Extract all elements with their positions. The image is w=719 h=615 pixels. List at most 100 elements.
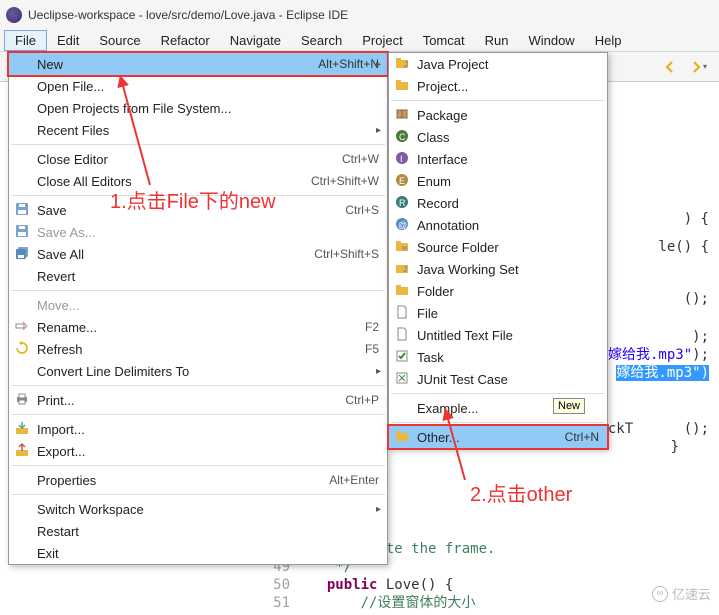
filemenu-item-open-projects-from-file-system[interactable]: Open Projects from File System... xyxy=(9,97,387,119)
submenu-item-annotation[interactable]: @Annotation xyxy=(389,214,607,236)
filemenu-separator xyxy=(11,290,385,291)
submenu-item-file[interactable]: File xyxy=(389,302,607,324)
refresh-icon xyxy=(15,341,31,357)
menu-project[interactable]: Project xyxy=(352,31,412,50)
watermark: ∞ 亿速云 xyxy=(652,584,711,603)
filemenu-item-switch-workspace[interactable]: Switch Workspace▸ xyxy=(9,498,387,520)
srcfolder-icon xyxy=(395,239,411,255)
menu-item-label: Rename... xyxy=(37,320,97,335)
menu-item-label: Properties xyxy=(37,473,96,488)
submenu-item-task[interactable]: Task xyxy=(389,346,607,368)
menu-help[interactable]: Help xyxy=(585,31,632,50)
svg-text:@: @ xyxy=(398,220,407,230)
menu-refactor[interactable]: Refactor xyxy=(151,31,220,50)
annotation-2: 2.点击other xyxy=(470,478,572,507)
menu-item-label: Move... xyxy=(37,298,80,313)
menu-item-label: Save xyxy=(37,203,67,218)
file-menu-dropdown: NewAlt+Shift+N▸ Open File... Open Projects… xyxy=(8,52,388,565)
chevron-right-icon: ▸ xyxy=(376,125,381,136)
menu-item-label: Convert Line Delimiters To xyxy=(37,364,189,379)
disks-icon xyxy=(15,246,31,262)
menu-item-label: Export... xyxy=(37,444,85,459)
submenu-item-enum[interactable]: E Enum xyxy=(389,170,607,192)
file-icon xyxy=(395,327,411,343)
menu-source[interactable]: Source xyxy=(89,31,150,50)
submenu-item-record[interactable]: RRecord xyxy=(389,192,607,214)
menu-item-label: Import... xyxy=(37,422,85,437)
submenu-item-class[interactable]: CClass xyxy=(389,126,607,148)
menu-search[interactable]: Search xyxy=(291,31,352,50)
filemenu-item-revert[interactable]: Revert xyxy=(9,265,387,287)
menu-item-label: Open Projects from File System... xyxy=(37,101,231,116)
javaproj-icon: J xyxy=(395,56,411,72)
menu-navigate[interactable]: Navigate xyxy=(220,31,291,50)
task-icon xyxy=(395,349,411,365)
file-icon xyxy=(395,305,411,321)
filemenu-item-save-all[interactable]: Save AllCtrl+Shift+S xyxy=(9,243,387,265)
filemenu-item-restart[interactable]: Restart xyxy=(9,520,387,542)
annotation-icon: @ xyxy=(395,217,411,233)
menu-item-label: New xyxy=(37,57,63,72)
menu-window[interactable]: Window xyxy=(518,31,584,50)
menu-item-label: Save All xyxy=(37,247,84,262)
menu-file[interactable]: File xyxy=(4,30,47,51)
print-icon xyxy=(15,392,31,408)
menu-item-shortcut: Ctrl+P xyxy=(345,393,379,407)
watermark-icon: ∞ xyxy=(652,586,668,602)
filemenu-item-save-as: Save As... xyxy=(9,221,387,243)
menu-run[interactable]: Run xyxy=(475,31,519,50)
filemenu-separator xyxy=(11,385,385,386)
menu-item-label: Open File... xyxy=(37,79,104,94)
menu-item-shortcut: Ctrl+W xyxy=(342,152,379,166)
svg-text:E: E xyxy=(399,176,405,186)
menu-item-label: Java Project xyxy=(417,57,489,72)
submenu-item-package[interactable]: Package xyxy=(389,104,607,126)
filemenu-separator xyxy=(11,144,385,145)
submenu-item-untitled-text-file[interactable]: Untitled Text File xyxy=(389,324,607,346)
menu-tomcat[interactable]: Tomcat xyxy=(413,31,475,50)
menu-item-label: Print... xyxy=(37,393,75,408)
filemenu-item-import[interactable]: Import... xyxy=(9,418,387,440)
submenu-item-interface[interactable]: IInterface xyxy=(389,148,607,170)
submenu-item-source-folder[interactable]: Source Folder xyxy=(389,236,607,258)
proj-icon xyxy=(395,78,411,94)
svg-text:J: J xyxy=(403,265,407,274)
menu-item-label: Close Editor xyxy=(37,152,108,167)
proj-icon xyxy=(395,429,411,445)
chevron-right-icon: ▸ xyxy=(376,504,381,515)
submenu-item-project[interactable]: Project... xyxy=(389,75,607,97)
filemenu-item-print[interactable]: Print... Ctrl+P xyxy=(9,389,387,411)
filemenu-item-rename[interactable]: Rename...F2 xyxy=(9,316,387,338)
filemenu-item-open-file[interactable]: Open File... xyxy=(9,75,387,97)
submenu-item-junit-test-case[interactable]: JUnit Test Case xyxy=(389,368,607,390)
submenu-item-java-project[interactable]: J Java Project xyxy=(389,53,607,75)
rename-icon xyxy=(15,319,31,335)
filemenu-item-refresh[interactable]: RefreshF5 xyxy=(9,338,387,360)
menu-item-label: Project... xyxy=(417,79,468,94)
menu-item-label: Enum xyxy=(417,174,451,189)
filemenu-item-properties[interactable]: Properties Alt+Enter xyxy=(9,469,387,491)
menu-item-label: JUnit Test Case xyxy=(417,372,508,387)
submenu-item-java-working-set[interactable]: JJava Working Set xyxy=(389,258,607,280)
submenu-item-other[interactable]: Other...Ctrl+N xyxy=(389,426,607,448)
menu-item-shortcut: Ctrl+S xyxy=(345,203,379,217)
back-button[interactable] xyxy=(659,56,681,78)
filemenu-item-convert-line-delimiters-to[interactable]: Convert Line Delimiters To ▸ xyxy=(9,360,387,382)
menu-item-label: Package xyxy=(417,108,468,123)
menu-item-shortcut: Alt+Enter xyxy=(329,473,379,487)
filemenu-item-exit[interactable]: Exit xyxy=(9,542,387,564)
submenu-separator xyxy=(391,100,605,101)
menu-item-label: Recent Files xyxy=(37,123,109,138)
disk-icon xyxy=(15,224,31,240)
submenu-item-folder[interactable]: Folder xyxy=(389,280,607,302)
filemenu-item-close-editor[interactable]: Close Editor Ctrl+W xyxy=(9,148,387,170)
filemenu-item-export[interactable]: Export... xyxy=(9,440,387,462)
filemenu-item-recent-files[interactable]: Recent Files ▸ xyxy=(9,119,387,141)
menu-item-label: Task xyxy=(417,350,444,365)
menu-item-label: Revert xyxy=(37,269,75,284)
forward-button[interactable]: ▾ xyxy=(687,56,709,78)
filemenu-item-new[interactable]: NewAlt+Shift+N▸ xyxy=(9,53,387,75)
menu-item-label: Save As... xyxy=(37,225,96,240)
chevron-right-icon: ▸ xyxy=(376,366,381,377)
menu-edit[interactable]: Edit xyxy=(47,31,89,50)
